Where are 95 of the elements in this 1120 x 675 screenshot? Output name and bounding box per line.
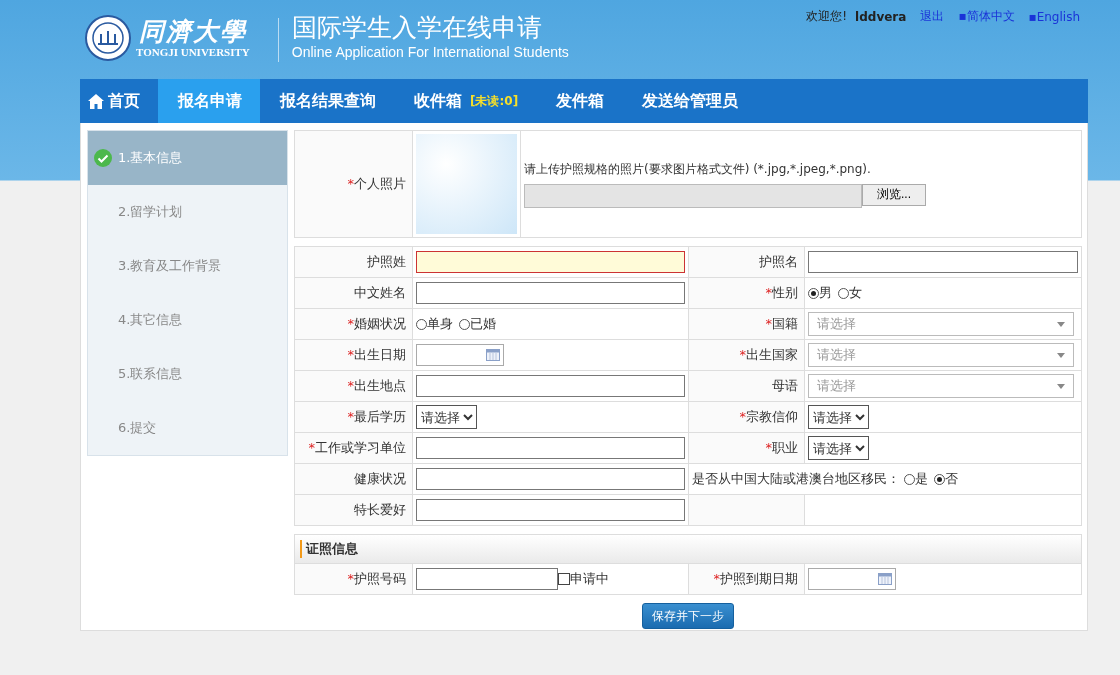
caret-icon — [1057, 352, 1065, 358]
calendar-icon[interactable] — [878, 573, 892, 585]
required-mark: * — [739, 409, 746, 424]
required-mark: * — [347, 176, 354, 191]
field-label: *工作或学习单位 — [308, 439, 406, 457]
step-item[interactable]: 2.留学计划 — [88, 185, 287, 239]
caret-icon — [1057, 383, 1065, 389]
required-mark: * — [347, 316, 354, 331]
required-mark: * — [347, 409, 354, 424]
radio-label: 是 — [915, 470, 928, 488]
text-field[interactable] — [416, 375, 685, 397]
field-label: 护照名 — [759, 253, 798, 271]
field-label: *宗教信仰 — [739, 408, 798, 426]
field-label: 护照姓 — [367, 253, 406, 271]
home-icon — [88, 93, 104, 109]
migration-question: 是否从中国大陆或港澳台地区移民： — [692, 470, 900, 488]
text-field[interactable] — [416, 568, 558, 590]
field-label: *护照到期日期 — [713, 570, 798, 588]
step-item[interactable]: 3.教育及工作背景 — [88, 239, 287, 293]
text-field[interactable] — [416, 499, 685, 521]
required-mark: * — [765, 440, 772, 455]
field-label: *国籍 — [765, 315, 798, 333]
field-label: *出生地点 — [347, 377, 406, 395]
required-mark: * — [765, 285, 772, 300]
step-item[interactable]: 6.提交 — [88, 401, 287, 455]
check-icon — [94, 149, 112, 167]
radio-label: 女 — [849, 284, 862, 302]
text-field[interactable] — [416, 251, 685, 273]
step-item[interactable]: 5.联系信息 — [88, 347, 287, 401]
radio-label: 已婚 — [470, 315, 496, 333]
unread-count-label: [未读:0] — [470, 92, 519, 110]
username: lddvera — [855, 9, 907, 24]
required-mark: * — [347, 378, 354, 393]
nav-tab[interactable]: 报名申请 — [158, 79, 260, 123]
dropdown-placeholder: 请选择 — [817, 346, 856, 364]
dropdown-placeholder: 请选择 — [817, 315, 856, 333]
step-item[interactable]: 1.基本信息 — [88, 131, 287, 185]
select-field[interactable]: 请选择 — [808, 405, 869, 429]
checkbox[interactable] — [558, 573, 570, 585]
step-item[interactable]: 4.其它信息 — [88, 293, 287, 347]
text-field[interactable] — [416, 468, 685, 490]
upload-instructions: 请上传护照规格的照片(要求图片格式文件) (*.jpg,*.jpeg,*.png). — [524, 160, 872, 178]
nav-tab[interactable]: 收件箱 [未读:0] — [394, 79, 537, 123]
field-label: *个人照片 — [347, 175, 406, 193]
university-seal-icon — [84, 14, 132, 62]
site-title: 国际学生入学在线申请 — [291, 12, 543, 44]
required-mark: * — [347, 571, 354, 586]
browse-button[interactable]: 浏览... — [862, 183, 926, 206]
dropdown-field[interactable]: 请选择 — [808, 312, 1074, 336]
dropdown-field[interactable]: 请选择 — [808, 374, 1074, 398]
field-label: 健康状况 — [354, 470, 406, 488]
field-label: 母语 — [772, 377, 798, 395]
select-field[interactable]: 请选择 — [416, 405, 477, 429]
section-title: 证照信息 — [300, 540, 358, 558]
nav-tab[interactable]: 报名结果查询 — [260, 79, 394, 123]
field-label: *最后学历 — [347, 408, 406, 426]
required-mark: * — [765, 316, 772, 331]
field-label: *出生国家 — [739, 346, 798, 364]
site-subtitle: Online Application For International Students — [291, 44, 569, 60]
field-label: *出生日期 — [347, 346, 406, 364]
required-mark: * — [713, 571, 720, 586]
field-label: *婚姻状况 — [347, 315, 406, 333]
nav-tab[interactable]: 发送给管理员 — [622, 79, 757, 123]
header-link[interactable]: ▪English — [1028, 9, 1080, 24]
field-label: 特长爱好 — [354, 501, 406, 519]
radio-label: 否 — [945, 470, 958, 488]
text-field[interactable] — [416, 437, 685, 459]
field-label: *护照号码 — [347, 570, 406, 588]
radio-label: 单身 — [427, 315, 453, 333]
checkbox-label: 申请中 — [570, 570, 609, 588]
required-mark: * — [347, 347, 354, 362]
text-field[interactable] — [808, 251, 1078, 273]
required-mark: * — [308, 440, 315, 455]
field-label: 中文姓名 — [354, 284, 406, 302]
nav-tab[interactable]: 首页 — [80, 79, 158, 123]
field-label: *职业 — [765, 439, 798, 457]
radio-label: 男 — [819, 284, 832, 302]
required-mark: * — [739, 347, 746, 362]
logo-text: 同濟大學 — [138, 18, 247, 46]
header-link[interactable]: ▪简体中文 — [958, 8, 1015, 25]
logo-subtext: TONGJI UNIVERSITY — [136, 46, 250, 58]
calendar-icon[interactable] — [486, 349, 500, 361]
dropdown-field[interactable]: 请选择 — [808, 343, 1074, 367]
select-field[interactable]: 请选择 — [808, 436, 869, 460]
date-field[interactable] — [416, 344, 504, 366]
greeting: 欢迎您! — [806, 8, 848, 25]
file-path-field[interactable] — [524, 183, 862, 208]
date-field[interactable] — [808, 568, 896, 590]
field-label: *性别 — [765, 284, 798, 302]
save-next-button[interactable]: 保存并下一步 — [642, 603, 734, 629]
header-link[interactable]: 退出 — [920, 8, 945, 25]
text-field[interactable] — [416, 282, 685, 304]
nav-tab[interactable]: 发件箱 — [536, 79, 623, 123]
dropdown-placeholder: 请选择 — [817, 377, 856, 395]
caret-icon — [1057, 321, 1065, 327]
